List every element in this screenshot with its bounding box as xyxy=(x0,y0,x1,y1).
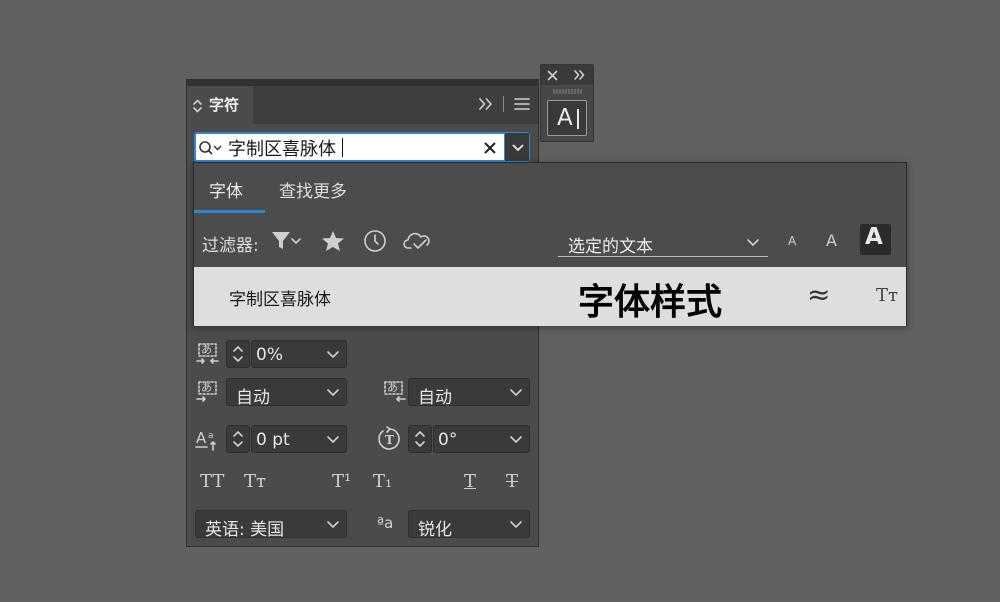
tsume-icon: あ xyxy=(196,343,219,364)
font-search-field[interactable]: 字制区喜脉体 xyxy=(194,132,530,162)
tab-character-label: 字符 xyxy=(209,96,240,114)
font-list-item[interactable]: 字制区喜脉体 字体样式 ≈ Tт xyxy=(194,267,906,326)
filter-icon[interactable] xyxy=(271,230,305,252)
language-select[interactable]: 英语: 美国 xyxy=(195,510,347,540)
font-type-icon: Tт xyxy=(876,285,898,306)
svg-text:あ: あ xyxy=(201,343,212,356)
stepper-arrows-icon[interactable] xyxy=(414,429,426,449)
cloud-sync-icon[interactable] xyxy=(403,230,433,252)
stepper-arrows-icon[interactable] xyxy=(232,344,244,364)
chevron-down-icon[interactable] xyxy=(509,385,523,399)
language-value: 英语: 美国 xyxy=(205,520,285,540)
font-sample-preview: 字体样式 xyxy=(578,282,723,323)
aki-right-select[interactable]: 自动 xyxy=(408,378,530,408)
underline-button[interactable]: T xyxy=(464,471,476,492)
tab-fonts[interactable]: 字体 xyxy=(209,177,243,202)
chevron-down-icon[interactable] xyxy=(509,517,523,531)
grip-icon[interactable] xyxy=(553,89,583,94)
rotation-stepper[interactable] xyxy=(408,425,432,453)
superscript-button[interactable]: T¹ xyxy=(332,471,351,492)
chevron-down-icon[interactable] xyxy=(326,347,340,361)
favorites-star-icon[interactable] xyxy=(321,230,345,252)
small-caps-button[interactable]: Tт xyxy=(244,471,266,492)
character-panel-toggle-button[interactable]: A xyxy=(547,100,587,136)
svg-text:あ: あ xyxy=(387,381,398,394)
chevron-down-icon[interactable] xyxy=(326,517,340,531)
sample-text-select[interactable]: 选定的文本 xyxy=(558,229,768,257)
panel-expand-icon[interactable] xyxy=(479,98,493,110)
tsume-field[interactable]: 0% xyxy=(251,340,347,368)
sample-size-large-glyph: A xyxy=(865,224,883,250)
tab-find-more[interactable]: 查找更多 xyxy=(279,177,347,202)
aki-left-icon: あ xyxy=(196,381,217,402)
similar-fonts-button[interactable]: ≈ xyxy=(807,278,830,311)
double-chevron-right-icon[interactable] xyxy=(574,70,586,80)
search-icon[interactable] xyxy=(198,139,224,157)
svg-text:a: a xyxy=(208,431,214,441)
close-icon[interactable] xyxy=(547,70,558,81)
rotation-field[interactable]: 0° xyxy=(433,425,530,453)
active-tab-indicator xyxy=(194,210,265,213)
baseline-field[interactable]: 0 pt xyxy=(251,425,347,453)
clear-icon[interactable] xyxy=(483,141,497,155)
tsume-value: 0% xyxy=(256,345,283,365)
recent-clock-icon[interactable] xyxy=(363,229,387,253)
menu-icon[interactable] xyxy=(514,97,530,111)
chevron-down-icon[interactable] xyxy=(746,235,760,249)
text-cursor xyxy=(342,138,343,157)
chevron-down-icon[interactable] xyxy=(509,432,523,446)
baseline-value: 0 pt xyxy=(256,430,290,450)
divider xyxy=(503,96,504,112)
all-caps-button[interactable]: TT xyxy=(200,471,224,492)
baseline-stepper[interactable] xyxy=(226,425,250,453)
antialias-select[interactable]: 锐化 xyxy=(408,510,530,540)
aki-left-value: 自动 xyxy=(236,388,270,408)
antialias-value: 锐化 xyxy=(418,520,452,540)
tsume-stepper[interactable] xyxy=(226,340,250,368)
tab-character[interactable]: 字符 xyxy=(187,86,253,124)
subscript-button[interactable]: T₁ xyxy=(373,471,392,492)
character-glyph: A xyxy=(557,105,573,131)
filter-label: 过滤器: xyxy=(202,236,259,256)
chevron-down-icon[interactable] xyxy=(326,385,340,399)
sample-size-medium-button[interactable]: A xyxy=(826,231,837,250)
aki-right-value: 自动 xyxy=(418,388,452,408)
antialias-icon: ªa xyxy=(377,514,394,532)
sample-size-small-button[interactable]: A xyxy=(788,234,796,248)
stepper-arrows-icon[interactable] xyxy=(232,429,244,449)
mini-panel: A xyxy=(540,64,594,142)
collapse-arrows-icon[interactable] xyxy=(193,99,202,113)
chevron-down-icon[interactable] xyxy=(511,140,525,154)
font-search-input[interactable]: 字制区喜脉体 xyxy=(228,135,336,161)
strikethrough-button[interactable]: T xyxy=(506,471,518,492)
chevron-down-icon[interactable] xyxy=(326,432,340,446)
baseline-shift-icon: A a xyxy=(195,429,216,451)
font-name: 字制区喜脉体 xyxy=(229,290,331,310)
cursor-mark xyxy=(577,109,579,129)
aki-left-select[interactable]: 自动 xyxy=(226,378,347,408)
sample-text-value: 选定的文本 xyxy=(568,237,653,257)
sample-size-large-button[interactable]: A xyxy=(860,224,891,255)
font-dropdown: 字体 查找更多 过滤器: 选定的文本 A A A 字制区喜脉体 字体样式 ≈ T… xyxy=(193,162,907,326)
svg-text:A: A xyxy=(196,429,207,447)
svg-text:あ: あ xyxy=(201,381,212,394)
aki-right-icon: あ xyxy=(384,381,406,402)
font-dropdown-button[interactable] xyxy=(504,133,529,161)
svg-text:T: T xyxy=(385,433,394,447)
character-rotation-icon: T xyxy=(378,426,400,450)
rotation-value: 0° xyxy=(438,430,458,450)
